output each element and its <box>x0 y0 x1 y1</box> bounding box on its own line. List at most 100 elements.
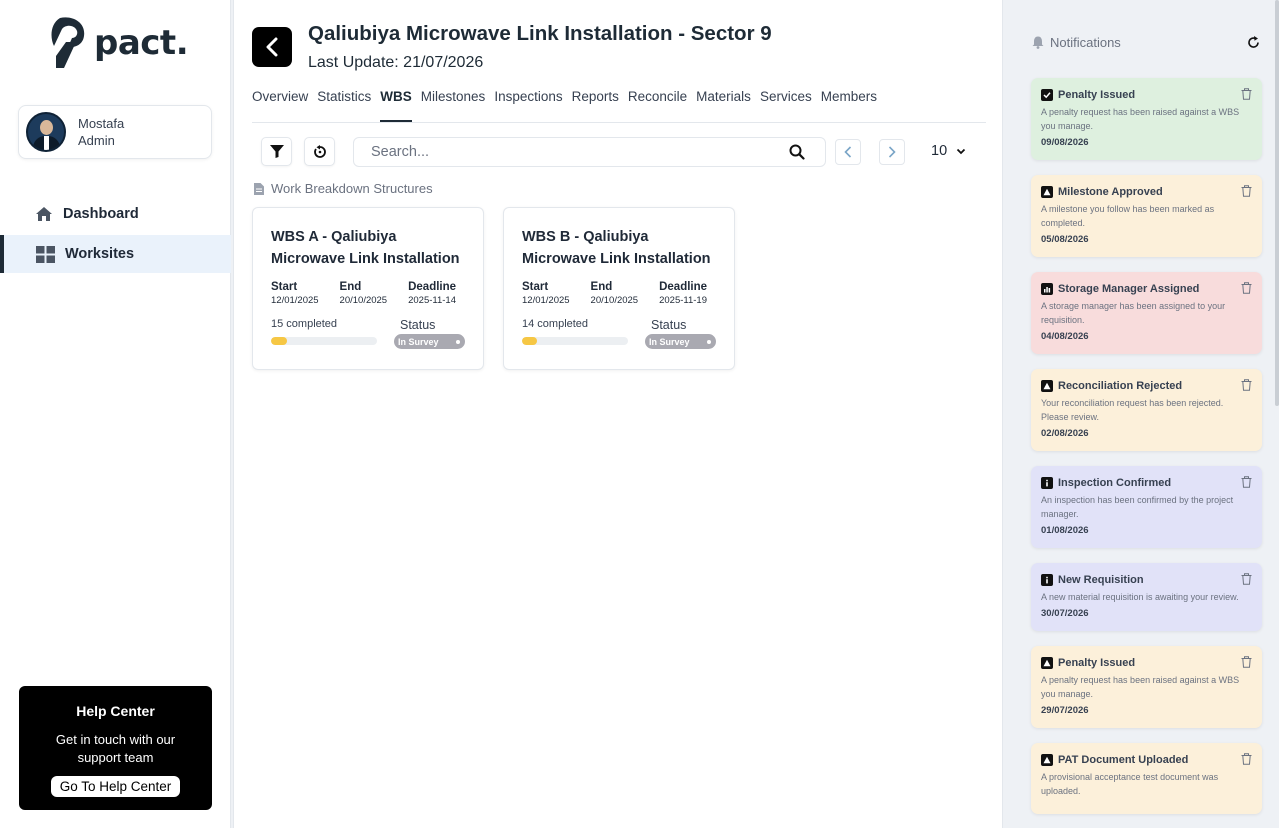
notification-message: A new material requisition is awaiting y… <box>1041 592 1239 602</box>
next-page-button[interactable] <box>879 139 905 165</box>
tab-reconcile[interactable]: Reconcile <box>628 86 687 122</box>
start-label: Start <box>522 281 549 293</box>
notification-message: An inspection has been confirmed by the … <box>1041 495 1234 519</box>
notification-title: Reconciliation Rejected <box>1041 379 1252 393</box>
sidebar-item-label: Worksites <box>65 246 135 262</box>
user-role: Admin <box>78 133 115 148</box>
search-bar <box>353 137 826 167</box>
deadline-label: Deadline <box>659 281 708 293</box>
help-text: Get in touch with our support team <box>55 732 176 765</box>
page-size-select[interactable]: 10 <box>931 143 966 159</box>
notification-date: 01/08/2026 <box>1041 525 1089 536</box>
trash-icon[interactable] <box>1241 573 1252 585</box>
notification-card[interactable]: PAT Document Uploaded A provisional accep… <box>1031 743 1262 814</box>
status-badge: In Survey <box>645 334 716 349</box>
wbs-card[interactable]: WBS A - Qaliubiya Microwave Link Install… <box>252 207 484 370</box>
tab-statistics[interactable]: Statistics <box>317 86 371 122</box>
trash-icon[interactable] <box>1241 476 1252 488</box>
notification-date: 29/07/2026 <box>1041 705 1089 716</box>
scrollbar[interactable] <box>1275 0 1279 406</box>
notification-message: Your reconciliation request has been rej… <box>1041 398 1224 422</box>
notification-date: 05/08/2026 <box>1041 234 1089 245</box>
wbs-card-title: WBS A - Qaliubiya Microwave Link Install… <box>271 229 460 267</box>
deadline-date: 2025-11-19 <box>659 295 707 306</box>
warning-icon <box>1041 380 1053 392</box>
user-name: Mostafa <box>78 116 125 131</box>
tab-overview[interactable]: Overview <box>252 86 308 122</box>
notification-card[interactable]: Inspection Confirmed An inspection has be… <box>1031 466 1262 548</box>
grid-icon <box>36 245 55 263</box>
tab-services[interactable]: Services <box>760 86 812 122</box>
user-profile-card[interactable]: Mostafa Admin <box>18 105 212 159</box>
trash-icon[interactable] <box>1241 753 1252 765</box>
end-date: 20/10/2025 <box>339 295 388 306</box>
info-icon <box>1041 477 1053 489</box>
tab-reports[interactable]: Reports <box>572 86 619 122</box>
help-center-card: Help Center Get in touch with our suppor… <box>19 686 212 810</box>
notification-card[interactable]: Penalty Issued A penalty request has been… <box>1031 78 1262 160</box>
trash-icon[interactable] <box>1241 656 1252 668</box>
notification-title: Milestone Approved <box>1041 185 1252 199</box>
sidebar-item-worksites[interactable]: Worksites <box>0 235 231 273</box>
completed-count: 14 completed <box>522 318 589 330</box>
notifications-panel: Notifications Penalty Issued A penalty re… <box>1015 0 1279 828</box>
wbs-card-dates: Start 12/01/2025 End 20/10/2025 Deadline… <box>522 281 716 306</box>
notification-title: Penalty Issued <box>1041 656 1252 670</box>
wbs-card[interactable]: WBS B - Qaliubiya Microwave Link Install… <box>503 207 735 370</box>
wbs-card-dates: Start 12/01/2025 End 20/10/2025 Deadline… <box>271 281 465 306</box>
notification-title: Storage Manager Assigned <box>1041 282 1252 296</box>
trash-icon[interactable] <box>1241 282 1252 294</box>
deadline-date: 2025-11-14 <box>408 295 456 306</box>
notification-date: 02/08/2026 <box>1041 428 1089 439</box>
trash-icon[interactable] <box>1241 379 1252 391</box>
tab-wbs[interactable]: WBS <box>380 86 412 122</box>
brand-logo[interactable]: pact. <box>50 16 189 70</box>
home-icon <box>36 207 52 221</box>
status-dot-icon <box>707 339 711 344</box>
status-label: Status <box>651 318 687 332</box>
chevron-right-icon <box>888 146 896 158</box>
tab-materials[interactable]: Materials <box>696 86 751 122</box>
notification-card[interactable]: Storage Manager Assigned A storage manage… <box>1031 272 1262 354</box>
notification-card[interactable]: New Requisition A new material requisitio… <box>1031 563 1262 631</box>
search-input[interactable] <box>371 144 771 160</box>
tab-milestones[interactable]: Milestones <box>421 86 486 122</box>
tab-inspections[interactable]: Inspections <box>494 86 562 122</box>
warning-icon <box>1041 186 1053 198</box>
filter-button[interactable] <box>261 137 292 166</box>
project-tabs: Overview Statistics WBS Milestones Inspe… <box>252 86 986 123</box>
status-badge: In Survey <box>394 334 465 349</box>
notifications-header: Notifications <box>1032 35 1121 50</box>
progress-bar <box>522 337 628 345</box>
status-label: Status <box>400 318 436 332</box>
trash-icon[interactable] <box>1241 88 1252 100</box>
progress-bar-fill <box>271 337 287 345</box>
bell-icon <box>1032 36 1044 49</box>
previous-page-button[interactable] <box>835 139 861 165</box>
notification-title: New Requisition <box>1041 573 1252 587</box>
notification-date: 30/07/2026 <box>1041 608 1089 619</box>
back-button[interactable] <box>252 27 292 67</box>
reset-button[interactable] <box>304 137 335 166</box>
notification-card[interactable]: Penalty Issued A penalty request has been… <box>1031 646 1262 728</box>
trash-icon[interactable] <box>1241 185 1252 197</box>
notification-date: 04/08/2026 <box>1041 331 1089 342</box>
go-to-help-center-button[interactable]: Go To Help Center <box>50 776 181 797</box>
refresh-icon[interactable] <box>1247 36 1260 49</box>
pact-logo-icon <box>51 17 85 68</box>
notification-card[interactable]: Reconciliation Rejected Your reconciliati… <box>1031 369 1262 451</box>
deadline-label: Deadline <box>408 281 457 293</box>
start-label: Start <box>271 281 298 293</box>
tab-members[interactable]: Members <box>821 86 877 122</box>
sidebar-item-dashboard[interactable]: Dashboard <box>0 195 231 233</box>
page-title: Qaliubiya Microwave Link Installation - … <box>308 22 772 45</box>
chevron-left-icon <box>844 146 852 158</box>
start-date: 12/01/2025 <box>522 295 570 306</box>
search-icon[interactable] <box>789 144 805 160</box>
brand-name: pact. <box>94 23 189 63</box>
document-icon <box>254 182 264 195</box>
notification-card[interactable]: Milestone Approved A milestone you follow… <box>1031 175 1262 257</box>
notification-title: Penalty Issued <box>1041 88 1252 102</box>
end-date: 20/10/2025 <box>590 295 639 306</box>
check-icon <box>1041 89 1053 101</box>
